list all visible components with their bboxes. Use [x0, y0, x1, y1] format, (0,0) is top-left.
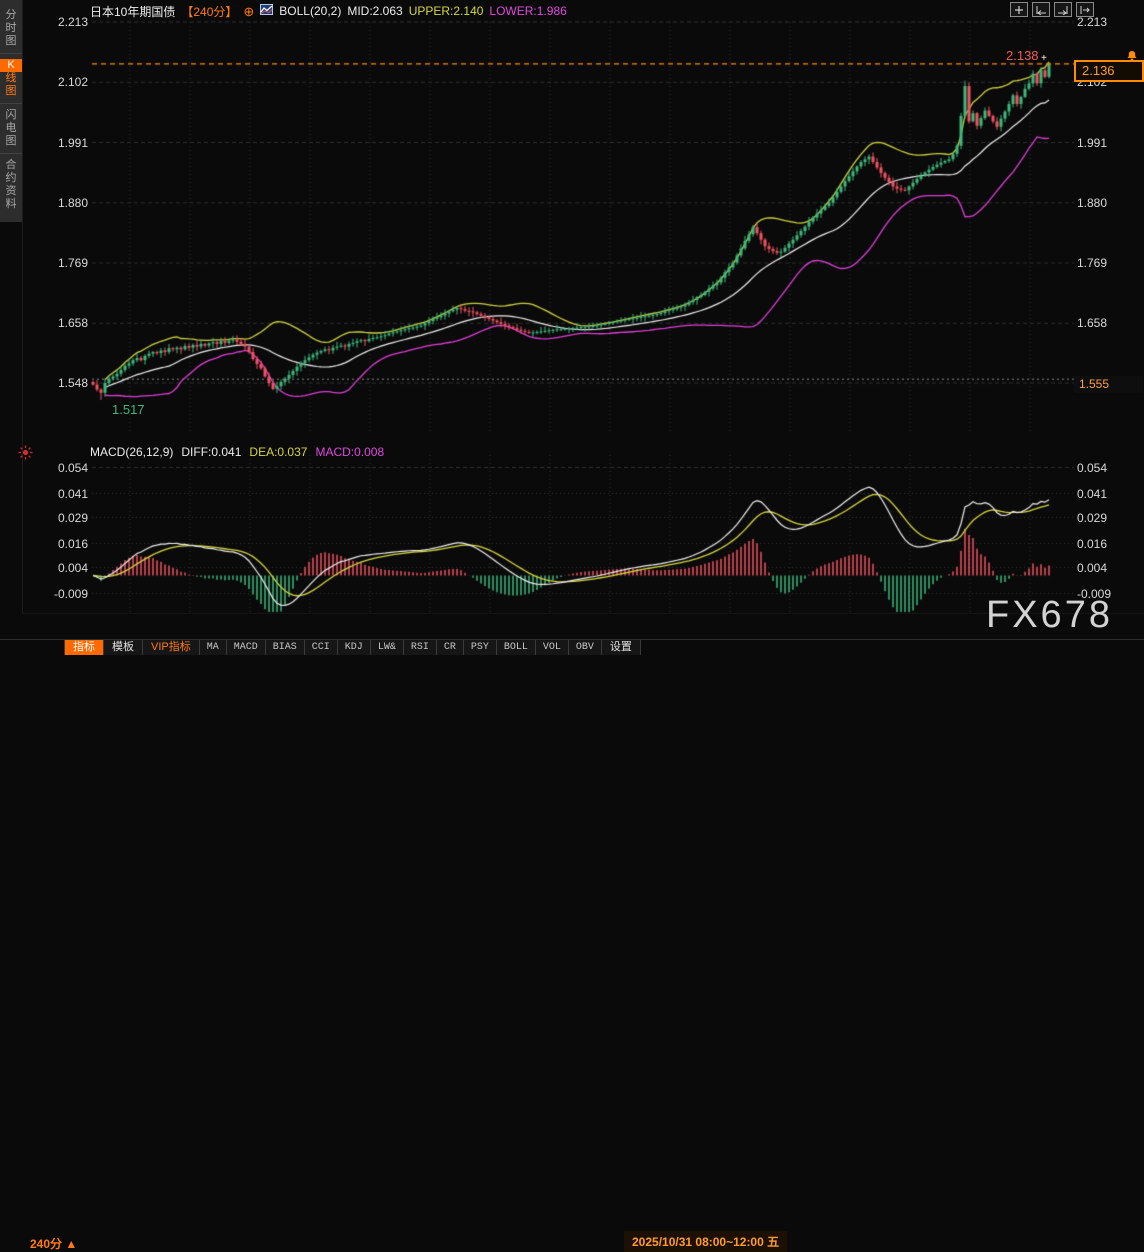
circle-plus-icon[interactable]: ⊕ — [243, 5, 254, 18]
sidebar-item-2[interactable]: 闪电图 — [0, 104, 22, 154]
y-axis-label-right: 1.769 — [1077, 256, 1108, 271]
bottom-tab-LW&[interactable]: LW& — [370, 640, 404, 655]
selected-bar-datetime: 2025/10/31 08:00~12:00 五 — [624, 1231, 788, 1252]
alarm-bell-icon[interactable] — [1126, 48, 1138, 66]
macd-header: MACD(26,12,9) DIFF:0.041 DEA:0.037 MACD:… — [90, 445, 384, 459]
macd-axis-label-left: 0.054 — [57, 460, 88, 475]
sidebar-tabs: 分时图K线图闪电图合约资料 — [0, 0, 22, 222]
sidebar-item-char: 图 — [5, 35, 17, 47]
bottom-tab-CR[interactable]: CR — [436, 640, 464, 655]
macd-axis-label-left: 0.029 — [57, 510, 88, 525]
bottom-tab-RSI[interactable]: RSI — [403, 640, 437, 655]
y-axis-label-left: 1.991 — [57, 135, 88, 150]
y-axis-label-left: 2.213 — [57, 15, 88, 29]
scale-x-left-icon[interactable] — [1032, 2, 1050, 17]
bottom-tab-MA[interactable]: MA — [199, 640, 227, 655]
sidebar-item-char: 电 — [5, 122, 17, 134]
sidebar-item-char: 闪 — [5, 109, 17, 121]
session-low-marker: 1.517 — [112, 402, 145, 417]
y-axis-label-right: 1.880 — [1077, 195, 1108, 210]
boll-lower-value: LOWER:1.986 — [489, 4, 567, 18]
main-chart-canvas[interactable] — [0, 0, 1144, 655]
macd-axis-label-right: 0.041 — [1077, 486, 1108, 501]
sidebar-item-char: 合 — [5, 159, 17, 171]
up-arrow-icon: ▲ — [65, 1237, 78, 1251]
sidebar-item-1[interactable]: K线图 — [0, 54, 22, 104]
sidebar-item-char: K — [0, 59, 22, 72]
bottom-tab-PSY[interactable]: PSY — [463, 640, 497, 655]
y-axis-label-left: 1.548 — [57, 376, 88, 390]
tabbar-spacer — [0, 640, 64, 656]
last-candle-plus-marker: + — [1041, 53, 1047, 64]
left-sidebar: 分时图K线图闪电图合约资料 — [0, 0, 23, 655]
y-axis-label-right: 2.213 — [1077, 15, 1108, 29]
macd-label: MACD(26,12,9) — [90, 445, 174, 459]
macd-axis-label-right: 0.016 — [1077, 536, 1108, 551]
y-axis-label-left: 1.769 — [57, 256, 88, 271]
settlement-price-tag: 1.555 — [1074, 376, 1143, 393]
mini-chart-icon[interactable] — [260, 4, 274, 18]
bottom-tab-MACD[interactable]: MACD — [226, 640, 266, 655]
y-axis-label-left: 1.880 — [57, 195, 88, 210]
boll-upper-value: UPPER:2.140 — [408, 4, 484, 18]
macd-axis-label-left: 0.041 — [57, 486, 88, 501]
sidebar-item-char: 线 — [5, 72, 17, 84]
y-axis-label-left: 2.102 — [57, 75, 88, 90]
boll-label: BOLL(20,2) — [279, 4, 342, 18]
sidebar-item-char: 分 — [5, 9, 17, 21]
period-badge: 【240分】 — [181, 4, 238, 19]
watermark: FX678 — [986, 594, 1113, 636]
macd-diff-value: DIFF:0.041 — [181, 445, 242, 459]
macd-axis-label-left: -0.009 — [53, 586, 88, 601]
y-axis-label-right: 1.658 — [1077, 316, 1108, 331]
sidebar-item-char: 图 — [5, 85, 17, 97]
sidebar-item-char: 料 — [5, 198, 17, 210]
macd-axis-label-right: 0.004 — [1077, 560, 1108, 575]
bottom-tab-BIAS[interactable]: BIAS — [265, 640, 305, 655]
y-axis-label-right: 1.991 — [1077, 135, 1108, 150]
sidebar-item-3[interactable]: 合约资料 — [0, 154, 22, 216]
bottom-tab-设置[interactable]: 设置 — [601, 640, 641, 655]
macd-dea-value: DEA:0.037 — [249, 445, 308, 459]
bottom-tab-BOLL[interactable]: BOLL — [496, 640, 536, 655]
boll-mid-value: MID:2.063 — [347, 4, 403, 18]
sidebar-item-char: 图 — [5, 135, 17, 147]
period-selector[interactable]: 240分 ▲ — [30, 1235, 77, 1252]
scale-x-right-icon[interactable] — [1054, 2, 1072, 17]
bottom-tab-OBV[interactable]: OBV — [568, 640, 602, 655]
move-chart-icon[interactable] — [1010, 2, 1028, 17]
bottom-tab-bar: 指标 模板 VIP指标 MA MACD BIAS CCI KDJ LW& RSI CR PSY BOLL… — [0, 639, 1144, 656]
session-high-marker: 2.138 — [1006, 48, 1039, 63]
bottom-tab-指标[interactable]: 指标 — [64, 640, 104, 655]
y-axis-label-left: 1.658 — [57, 316, 88, 331]
sidebar-item-char: 时 — [5, 22, 17, 34]
sidebar-item-0[interactable]: 分时图 — [0, 4, 22, 54]
indicator-flower-icon[interactable] — [18, 445, 33, 465]
instrument-title: 日本10年期国债 — [90, 4, 176, 19]
bottom-tab-CCI[interactable]: CCI — [304, 640, 338, 655]
sidebar-item-char: 约 — [5, 172, 17, 184]
macd-macd-value: MACD:0.008 — [315, 445, 385, 459]
bottom-tab-VOL[interactable]: VOL — [535, 640, 569, 655]
chart-header: 日本10年期国债 【240分】 ⊕ BOLL(20,2) MID:2.063 U… — [90, 3, 567, 19]
x-axis-row: 240分 ▲ 2025/10/31 08:00~12:00 五 — [0, 614, 1144, 1252]
macd-axis-label-right: 0.029 — [1077, 510, 1108, 525]
macd-axis-label-left: 0.004 — [57, 560, 88, 575]
sidebar-item-char: 资 — [5, 185, 17, 197]
bottom-tab-KDJ[interactable]: KDJ — [337, 640, 371, 655]
macd-axis-label-left: 0.016 — [57, 536, 88, 551]
bottom-tab-模板[interactable]: 模板 — [104, 640, 143, 655]
macd-axis-label-right: 0.054 — [1077, 460, 1108, 475]
bottom-tab-VIP指标[interactable]: VIP指标 — [143, 640, 200, 655]
